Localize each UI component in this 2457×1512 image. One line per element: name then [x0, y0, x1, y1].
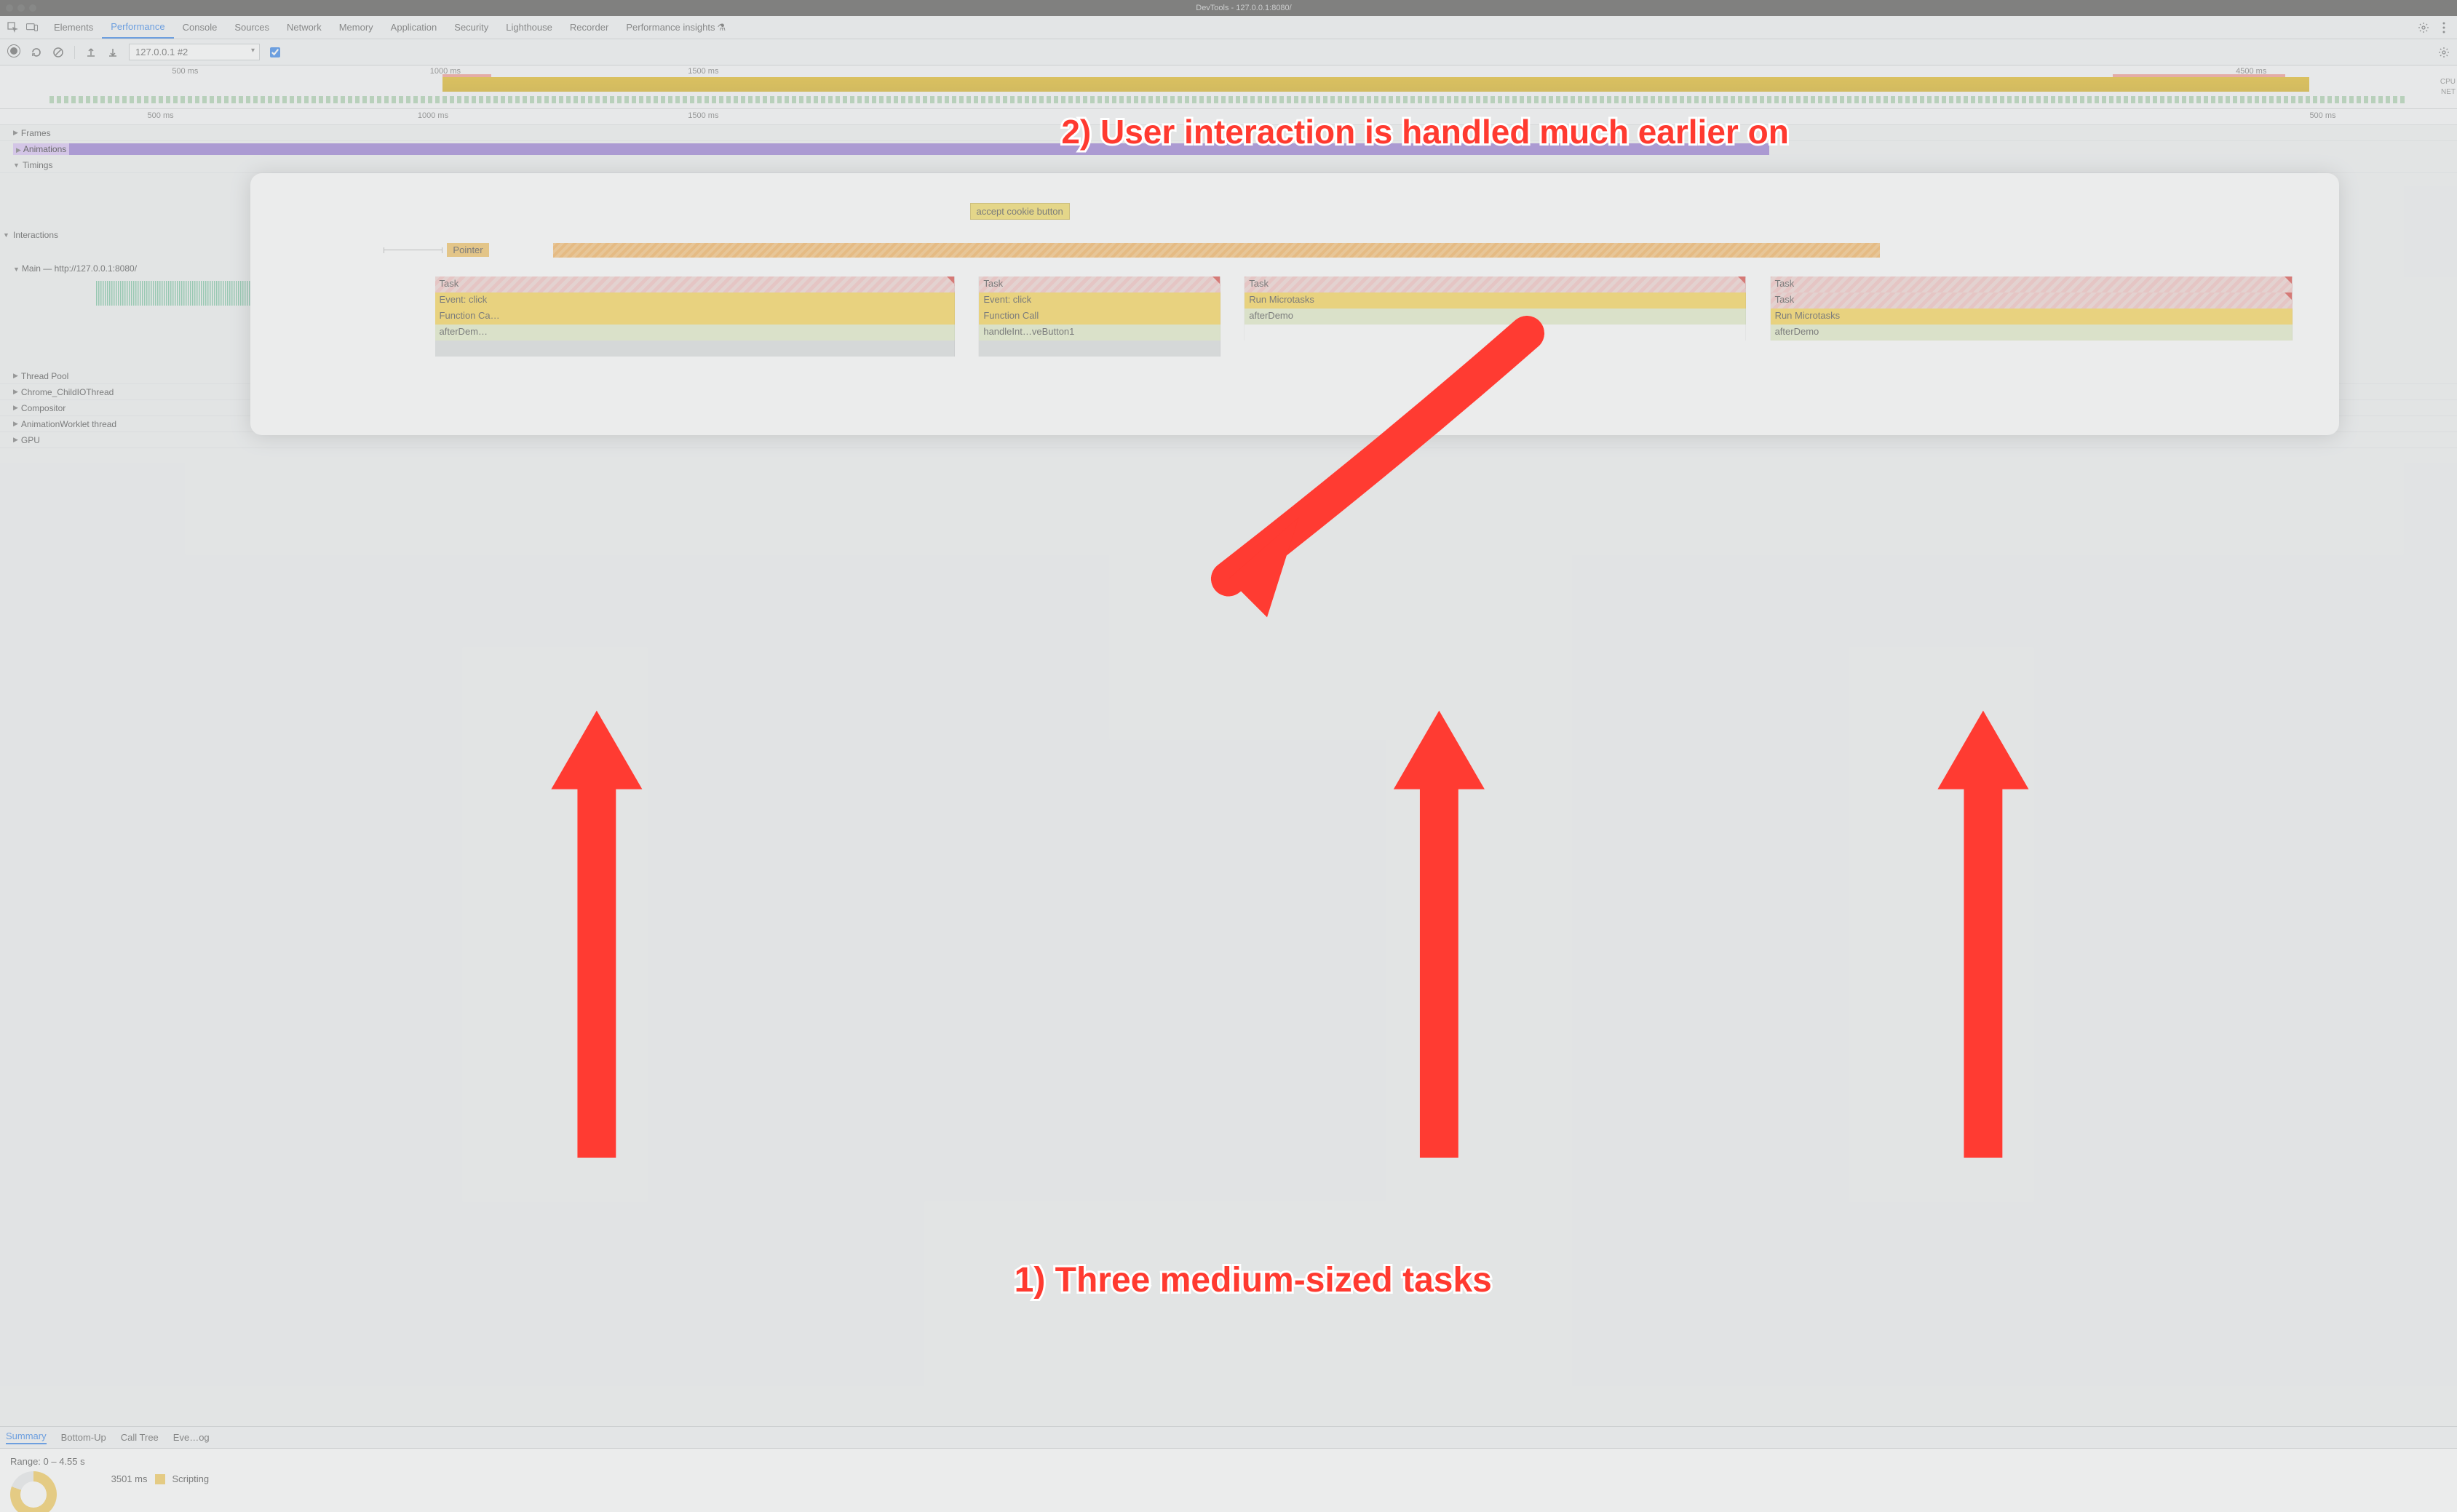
record-button[interactable] — [7, 44, 20, 60]
flame-chart[interactable]: TaskTaskTaskTask Event: clickEvent: clic… — [435, 276, 2293, 357]
track-animations[interactable]: ▶Animations — [0, 141, 2457, 157]
flame-entry[interactable]: Function Call — [979, 309, 1220, 325]
download-icon[interactable] — [107, 47, 119, 58]
flame-entry[interactable]: Event: click — [435, 293, 956, 309]
interaction-pointer-bar[interactable] — [553, 243, 1880, 258]
tab-network[interactable]: Network — [278, 16, 330, 39]
timeline-overview[interactable]: 500 ms 1000 ms 1500 ms 4500 ms CPU NET — [0, 65, 2457, 109]
screenshots-checkbox[interactable] — [270, 47, 280, 57]
flame-entry[interactable]: handleInt…veButton1 — [979, 325, 1220, 341]
tab-application[interactable]: Application — [382, 16, 446, 39]
overview-net-label: NET — [2440, 87, 2456, 98]
flame-entry — [1220, 325, 1245, 341]
flame-entry — [955, 293, 979, 309]
ruler-tick: 500 ms — [148, 111, 174, 120]
ruler-tick: 1500 ms — [688, 111, 718, 120]
performance-toolbar: 127.0.0.1 #2 — [0, 39, 2457, 65]
scripting-label: Scripting — [172, 1473, 210, 1484]
kebab-menu-icon[interactable] — [2438, 22, 2450, 33]
flame-entry — [1245, 325, 1746, 341]
devtools-tabs: Elements Performance Console Sources Net… — [0, 16, 2457, 39]
flame-entry[interactable]: Task — [979, 276, 1220, 293]
tab-sources[interactable]: Sources — [226, 16, 278, 39]
btab-bottom-up[interactable]: Bottom-Up — [61, 1432, 106, 1443]
tab-lighthouse[interactable]: Lighthouse — [497, 16, 561, 39]
tab-recorder[interactable]: Recorder — [561, 16, 617, 39]
timing-marker-accept-cookie[interactable]: accept cookie button — [971, 204, 1069, 219]
flame-entry[interactable]: afterDemo — [1245, 309, 1746, 325]
scripting-ms: 3501 ms — [111, 1473, 148, 1484]
tab-memory[interactable]: Memory — [330, 16, 382, 39]
flame-entry — [1220, 293, 1245, 309]
summary-range: Range: 0 – 4.55 s — [10, 1456, 85, 1467]
tab-security[interactable]: Security — [445, 16, 497, 39]
interaction-pointer-label[interactable]: Pointer — [447, 243, 488, 257]
flame-entry — [1746, 276, 1770, 293]
btab-call-tree[interactable]: Call Tree — [121, 1432, 159, 1443]
flame-entry[interactable]: Task — [1245, 276, 1746, 293]
ruler-tick: 500 ms — [2309, 111, 2335, 120]
flame-entry — [955, 309, 979, 325]
flame-entry[interactable]: afterDemo — [1771, 325, 2293, 341]
track-interactions[interactable]: Interactions — [13, 230, 58, 240]
recording-select[interactable]: 127.0.0.1 #2 — [129, 44, 260, 60]
flame-entry[interactable]: afterDem… — [435, 325, 956, 341]
inspect-element-icon[interactable] — [7, 22, 19, 33]
tab-console[interactable]: Console — [174, 16, 226, 39]
flame-entry — [1220, 276, 1245, 293]
clear-icon[interactable] — [52, 47, 64, 58]
overview-tick: 500 ms — [172, 67, 198, 76]
btab-event-log[interactable]: Eve…og — [173, 1432, 210, 1443]
upload-icon[interactable] — [85, 47, 97, 58]
flame-entry — [955, 325, 979, 341]
track-timings[interactable]: ▼Timings — [0, 157, 2457, 173]
flame-entry[interactable]: Event: click — [979, 293, 1220, 309]
traffic-lights[interactable] — [6, 4, 36, 12]
device-toggle-icon[interactable] — [26, 22, 38, 33]
flame-entry[interactable]: Run Microtasks — [1771, 309, 2293, 325]
flame-entry[interactable]: Run Microtasks — [1245, 293, 1746, 309]
flame-entry — [1746, 293, 1770, 309]
animation-bar[interactable] — [49, 143, 1769, 155]
flame-entry — [1746, 309, 1770, 325]
tab-performance-insights[interactable]: Performance insights ⚗ — [617, 16, 734, 39]
tab-elements[interactable]: Elements — [45, 16, 102, 39]
track-frames[interactable]: ▶Frames — [0, 125, 2457, 141]
details-tabs: Summary Bottom-Up Call Tree Eve…og — [0, 1426, 2457, 1448]
track-main[interactable]: ▼Main — http://127.0.0.1:8080/ — [13, 263, 137, 274]
ruler-tick: 1000 ms — [418, 111, 448, 120]
flame-entry — [1746, 325, 1770, 341]
flame-entry — [1220, 309, 1245, 325]
summary-donut-chart — [10, 1471, 57, 1512]
window-title: DevTools - 127.0.0.1:8080/ — [36, 4, 2451, 12]
reload-record-icon[interactable] — [31, 47, 42, 58]
btab-summary[interactable]: Summary — [6, 1431, 47, 1444]
scripting-swatch — [155, 1474, 165, 1484]
tab-performance[interactable]: Performance — [102, 16, 173, 39]
time-ruler[interactable]: 500 ms 1000 ms 1500 ms 500 ms — [0, 109, 2457, 125]
flame-entry — [955, 276, 979, 293]
screenshots-checkbox-input[interactable] — [270, 47, 280, 57]
flame-entry[interactable]: Task — [1771, 276, 2293, 293]
overview-cpu-label: CPU — [2440, 77, 2456, 87]
overview-tick: 1500 ms — [688, 67, 718, 76]
settings-gear-icon[interactable] — [2418, 22, 2429, 33]
flame-entry[interactable]: Function Ca… — [435, 309, 956, 325]
flame-entry[interactable]: Task — [435, 276, 956, 293]
summary-pane: Range: 0 – 4.55 s 3501 ms Scripting — [0, 1448, 2457, 1512]
flame-entry[interactable]: Task — [1771, 293, 2293, 309]
flask-icon: ⚗ — [717, 22, 726, 33]
panel-settings-gear-icon[interactable] — [2438, 47, 2450, 58]
